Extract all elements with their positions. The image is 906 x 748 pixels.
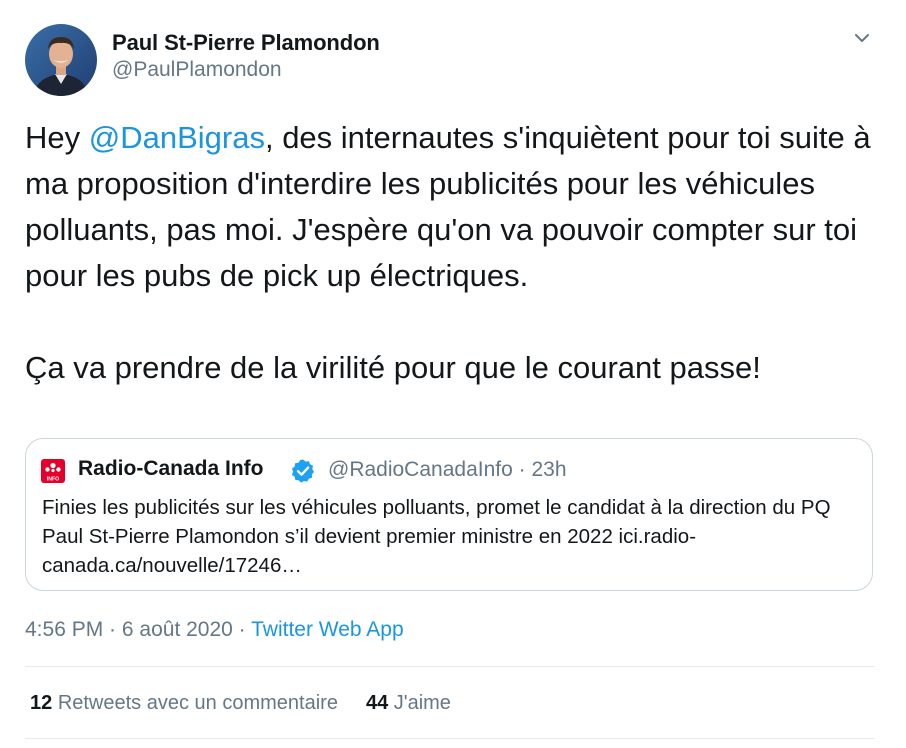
tweet-text-prefix: Hey — [25, 120, 89, 155]
tweet-paragraph-2: Ça va prendre de la virilité pour que le… — [25, 350, 761, 385]
likes-label: J'aime — [393, 692, 451, 714]
tweet-meta: 4:56 PM · 6 août 2020 · Twitter Web App — [25, 618, 404, 642]
meta-separator: · — [103, 618, 122, 641]
chevron-down-icon[interactable] — [852, 30, 872, 46]
quoted-meta: @RadioCanadaInfo · 23h — [328, 458, 567, 482]
tweet-date[interactable]: 6 août 2020 — [122, 618, 233, 641]
retweets-count: 12 — [30, 692, 53, 714]
divider — [25, 738, 875, 739]
quoted-time: 23h — [531, 458, 567, 481]
avatar-photo — [25, 24, 97, 96]
tweet-text: Hey @DanBigras, des internautes s'inquiè… — [25, 115, 885, 391]
likes-stat[interactable]: 44 J'aime — [366, 692, 451, 715]
retweets-label: Retweets avec un commentaire — [57, 692, 338, 714]
tweet: Paul St-Pierre Plamondon @PaulPlamondon … — [0, 0, 906, 748]
meta-separator: · — [232, 618, 252, 641]
divider — [25, 666, 875, 667]
verified-badge-icon — [290, 458, 316, 484]
likes-count: 44 — [365, 692, 389, 714]
quoted-tweet-text: Finies les publicités sur les véhicules … — [42, 496, 831, 577]
author-name[interactable]: Paul St-Pierre Plamondon — [112, 30, 380, 56]
quoted-tweet[interactable]: INFO Radio-Canada Info @RadioCanadaInfo … — [25, 438, 873, 591]
quoted-separator: · — [518, 458, 526, 481]
tweet-time[interactable]: 4:56 PM — [25, 618, 103, 641]
avatar[interactable] — [25, 24, 97, 96]
radio-canada-logo-icon: INFO — [41, 459, 65, 483]
retweets-stat[interactable]: 12 Retweets avec un commentaire — [30, 692, 338, 715]
quoted-author-handle: @RadioCanadaInfo — [328, 458, 513, 481]
logo-label: INFO — [47, 477, 59, 483]
source-link[interactable]: Twitter Web App — [251, 618, 404, 641]
mention-link[interactable]: @DanBigras — [89, 120, 265, 155]
quoted-author-name: Radio-Canada Info — [78, 457, 264, 480]
author-handle[interactable]: @PaulPlamondon — [112, 58, 282, 82]
tweet-paragraph-1: Hey @DanBigras, des internautes s'inquiè… — [25, 115, 885, 299]
tweet-stats: 12 Retweets avec un commentaire 44 J'aime — [30, 692, 451, 715]
